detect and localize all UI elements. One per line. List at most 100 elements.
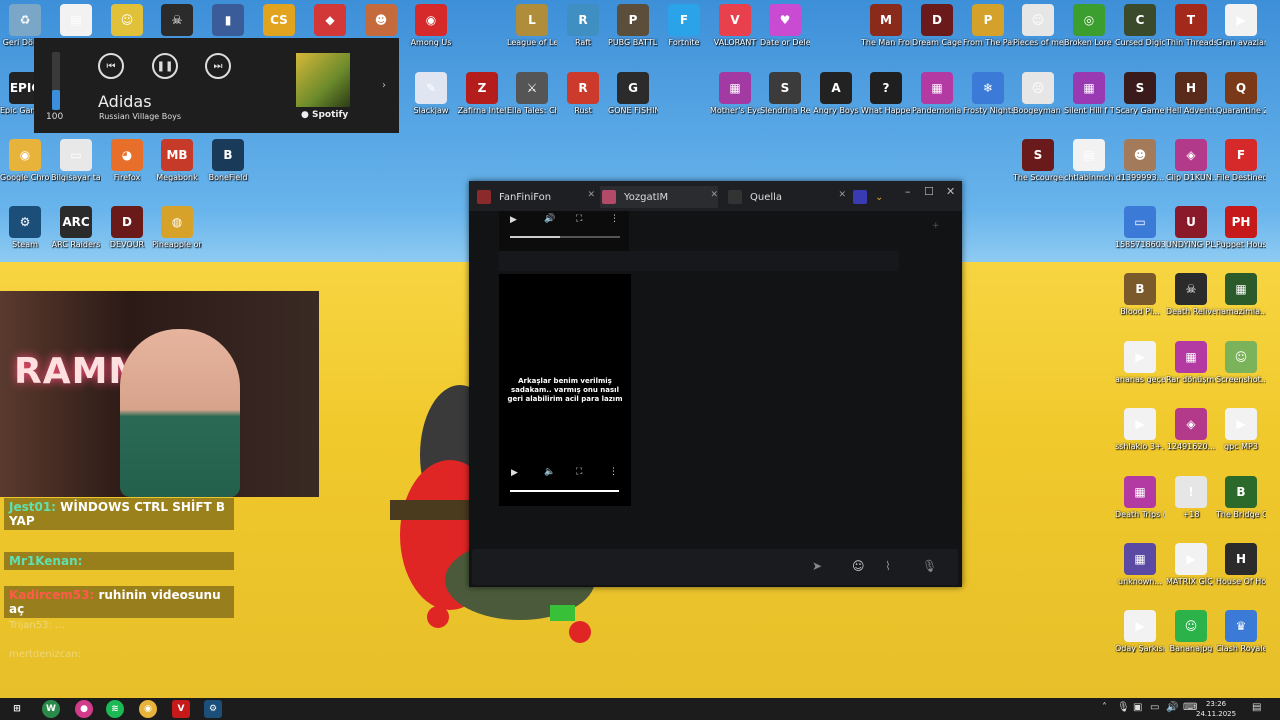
desktop-icon[interactable]: ◍ Pineapple on pizza	[152, 206, 202, 249]
desktop-icon[interactable]: CS	[254, 4, 304, 38]
play-icon[interactable]: ▶	[510, 215, 517, 225]
desktop-icon[interactable]: ▦ Rar dönüşmesi	[1166, 341, 1216, 384]
desktop-icon[interactable]: T Thin Threads	[1166, 4, 1216, 47]
start-windows-icon[interactable]: ⊞	[8, 700, 26, 718]
desktop-icon[interactable]: ⚔ Ella Tales: Chalkbound	[507, 72, 557, 115]
desktop-icon[interactable]: U UNDYING PLANS	[1166, 206, 1216, 249]
desktop-icon[interactable]: ✎ Slackjaw	[406, 72, 456, 115]
volume-slider[interactable]	[52, 52, 60, 110]
desktop-icon[interactable]: S Slendrina Remake	[760, 72, 810, 115]
microphone-icon[interactable]: 🎙	[1117, 702, 1130, 713]
desktop-icon[interactable]: ♛ Clash Royale	[1216, 610, 1266, 653]
desktop-icon[interactable]: ▦ Pandemonia No BEKM - Ep...	[912, 72, 962, 115]
desktop-icon[interactable]: ARC ARC Raiders	[51, 206, 101, 249]
desktop-icon[interactable]: D Dream Cage	[912, 4, 962, 47]
desktop-icon[interactable]: A Angry Boys	[811, 72, 861, 115]
chrome-icon[interactable]: ◉	[139, 700, 157, 718]
desktop-icon[interactable]: H House Of Horror On...	[1216, 543, 1266, 586]
close-icon[interactable]: ✕	[838, 190, 846, 200]
app-icon[interactable]: W	[42, 700, 60, 718]
desktop-icon[interactable]: ▶ gpc MP3	[1216, 408, 1266, 451]
desktop-icon[interactable]: ◎ Broken Lore DON'T W...	[1064, 4, 1114, 47]
desktop-icon[interactable]: ◉ Google Chrome	[0, 139, 50, 182]
speaker-icon[interactable]: 🔊	[1166, 702, 1178, 713]
desktop-icon[interactable]: ⚙ Steam	[0, 206, 50, 249]
fullscreen-icon[interactable]: ⛶	[576, 467, 582, 477]
desktop-icon[interactable]: B BoneField	[203, 139, 253, 182]
desktop-icon[interactable]: F File Destined	[1216, 139, 1266, 182]
desktop-icon[interactable]: G GONE FISHING	[608, 72, 658, 115]
tab-fanfinifon[interactable]: FanFiniFon ✕	[477, 186, 595, 208]
desktop-icon[interactable]: B Blood Pi...	[1115, 273, 1165, 316]
tab-yozgatim[interactable]: YozgatIM ✕	[600, 186, 718, 208]
desktop-icon[interactable]: ◆	[305, 4, 355, 38]
desktop-icon[interactable]: ☻ d1399993...	[1115, 139, 1165, 182]
desktop-icon[interactable]: ♥ Date or Delete Ki...	[760, 4, 810, 47]
desktop-icon[interactable]: ▦ Death Trips (Windows)...	[1115, 476, 1165, 519]
desktop-icon[interactable]: ☠ Death Relives	[1166, 273, 1216, 316]
video-player[interactable]: Arkaşlar benim verilmiş sadakam.. varmış…	[499, 274, 631, 506]
desktop-icon[interactable]: ▭ Bilgisayar tarafından...	[51, 139, 101, 182]
window-close-icon[interactable]: ✕	[946, 185, 955, 198]
desktop-icon[interactable]: ❄ Frosty Nights	[963, 72, 1013, 115]
tray-app-icon[interactable]: ▣	[1133, 702, 1142, 713]
desktop-icon[interactable]: ▤ chtlabinmcht	[1064, 139, 1114, 182]
desktop-icon[interactable]: ☺ Bananajpg	[1166, 610, 1216, 653]
message-composer[interactable]: ➤ ☺ ⌇ 🎙	[472, 549, 958, 585]
mute-icon[interactable]: 🔈	[544, 467, 555, 477]
desktop-icon[interactable]: S The Scourge Lo Ölengin...	[1013, 139, 1063, 182]
desktop-icon[interactable]: ☺ Screenshot...	[1216, 341, 1266, 384]
desktop-icon[interactable]: ◉ Among Us	[406, 4, 456, 47]
minimize-icon[interactable]: –	[905, 185, 911, 198]
desktop-icon[interactable]: ◕ Firefox	[102, 139, 152, 182]
fullscreen-icon[interactable]: ⛶	[576, 214, 582, 224]
desktop-icon[interactable]: ! +18	[1166, 476, 1216, 519]
steam-icon[interactable]: ⚙	[204, 700, 222, 718]
desktop-icon[interactable]: ? What Happened...	[861, 72, 911, 115]
emoji-icon[interactable]: ☺	[852, 559, 865, 573]
network-icon[interactable]: ▭	[1150, 702, 1159, 713]
clock[interactable]: 23:26 24.11.2025	[1196, 699, 1236, 719]
desktop-icon[interactable]: ▦ Mother's Eye DEMO.zip	[710, 72, 760, 115]
previous-track-button[interactable]: ⏮	[98, 53, 124, 79]
desktop-icon[interactable]: P PUBG BATTLEGR...	[608, 4, 658, 47]
desktop-icon[interactable]: ☻	[356, 4, 406, 38]
spotify-icon[interactable]: ≋	[106, 700, 124, 718]
desktop-icon[interactable]: ☹ Boogeyman 2	[1013, 72, 1063, 115]
app-icon[interactable]: V	[172, 700, 190, 718]
desktop-icon[interactable]: ▦ namazimla...	[1216, 273, 1266, 316]
desktop-icon[interactable]: R Rust	[558, 72, 608, 115]
video-progress-track[interactable]	[510, 236, 620, 238]
desktop-icon[interactable]: L League of Legends	[507, 4, 557, 47]
more-options-icon[interactable]: ⋮	[610, 214, 619, 224]
desktop-icon[interactable]: M The Man From Jonah	[861, 4, 911, 47]
desktop-icon[interactable]: ▶ ananas geçen 1...	[1115, 341, 1165, 384]
desktop-icon[interactable]: V VALORANT	[710, 4, 760, 47]
close-icon[interactable]: ✕	[710, 190, 718, 200]
desktop-icon[interactable]: ▶ MATRIX GİÇ KAARMUS...	[1166, 543, 1216, 586]
desktop-icon[interactable]: S Scary Game	[1115, 72, 1165, 115]
video-progress-track[interactable]	[510, 490, 619, 492]
chevron-down-icon[interactable]: ⌄	[875, 192, 883, 203]
add-reaction-icon[interactable]: +	[932, 221, 940, 231]
next-track-button[interactable]: ⏭	[205, 53, 231, 79]
tab-more[interactable]: ⌄	[853, 186, 893, 208]
desktop-icon[interactable]: ▦ Silent Hill f Türkçe Yam...	[1064, 72, 1114, 115]
chevron-up-icon[interactable]: ˄	[1102, 702, 1107, 713]
maximize-icon[interactable]: ☐	[924, 185, 934, 198]
send-icon[interactable]: ➤	[812, 559, 822, 573]
desktop-icon[interactable]: ◈ Clip D1KUN...	[1166, 139, 1216, 182]
volume-icon[interactable]: 🔊	[544, 214, 555, 224]
desktop-icon[interactable]: P From The Past	[963, 4, 1013, 47]
desktop-icon[interactable]: ◈ 12491620...	[1166, 408, 1216, 451]
desktop-icon[interactable]: ☠	[152, 4, 202, 38]
desktop-icon[interactable]: ▶ sshlakio 3+...	[1115, 408, 1165, 451]
notifications-icon[interactable]: ▤	[1252, 702, 1261, 713]
desktop-icon[interactable]: ☺ Pieces of me	[1013, 4, 1063, 47]
desktop-icon[interactable]: Z Zafirna Intel	[457, 72, 507, 115]
tab-quella[interactable]: Quella ✕	[728, 186, 846, 208]
desktop-icon[interactable]: B The Bridge Curse 2 The...	[1216, 476, 1266, 519]
desktop-icon[interactable]: ▤	[51, 4, 101, 38]
desktop-icon[interactable]: ▦ unknown...	[1115, 543, 1165, 586]
desktop-icon[interactable]: D DEVOUR	[102, 206, 152, 249]
